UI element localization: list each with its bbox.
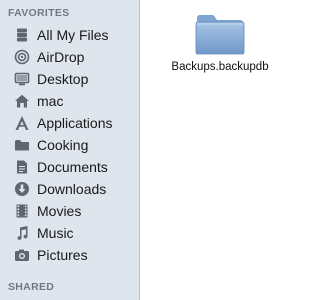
- sidebar-item-label: Documents: [37, 159, 108, 175]
- folder-icon: [194, 12, 246, 56]
- sidebar-item-movies[interactable]: Movies: [0, 200, 139, 222]
- music-icon: [14, 225, 30, 241]
- movies-icon: [14, 203, 30, 219]
- sidebar-item-label: Desktop: [37, 71, 89, 87]
- shared-header: SHARED: [8, 281, 55, 293]
- sidebar-item-label: All My Files: [37, 27, 109, 43]
- sidebar-item-desktop[interactable]: Desktop: [0, 68, 139, 90]
- sidebar-item-label: Pictures: [37, 247, 88, 263]
- file-browser: Backups.backupdb: [140, 0, 300, 300]
- sidebar: FAVORITES All My Files AirDrop Desktop m…: [0, 0, 140, 300]
- sidebar-item-label: mac: [37, 93, 64, 109]
- pictures-icon: [14, 247, 30, 263]
- desktop-icon: [14, 71, 30, 87]
- downloads-icon: [14, 181, 30, 197]
- sidebar-item-label: Music: [37, 225, 74, 241]
- folder-icon: [14, 137, 30, 153]
- sidebar-item-applications[interactable]: Applications: [0, 112, 139, 134]
- sidebar-item-label: AirDrop: [37, 49, 85, 65]
- favorites-header: FAVORITES: [8, 7, 70, 19]
- home-icon: [14, 93, 30, 109]
- sidebar-item-documents[interactable]: Documents: [0, 156, 139, 178]
- sidebar-item-label: Applications: [37, 115, 113, 131]
- airdrop-icon: [14, 49, 30, 65]
- sidebar-item-label: Downloads: [37, 181, 107, 197]
- sidebar-item-cooking[interactable]: Cooking: [0, 134, 139, 156]
- sidebar-item-home[interactable]: mac: [0, 90, 139, 112]
- finder-window: FAVORITES All My Files AirDrop Desktop m…: [0, 0, 300, 300]
- sidebar-item-airdrop[interactable]: AirDrop: [0, 46, 139, 68]
- documents-icon: [14, 159, 30, 175]
- sidebar-item-label: Movies: [37, 203, 82, 219]
- sidebar-item-music[interactable]: Music: [0, 222, 139, 244]
- sidebar-item-downloads[interactable]: Downloads: [0, 178, 139, 200]
- sidebar-item-pictures[interactable]: Pictures: [0, 244, 139, 266]
- file-name: Backups.backupdb: [171, 61, 269, 73]
- file-item[interactable]: Backups.backupdb: [160, 12, 280, 73]
- sidebar-item-label: Cooking: [37, 137, 89, 153]
- sidebar-item-all-my-files[interactable]: All My Files: [0, 24, 139, 46]
- all-files-icon: [14, 27, 30, 43]
- applications-icon: [14, 115, 30, 131]
